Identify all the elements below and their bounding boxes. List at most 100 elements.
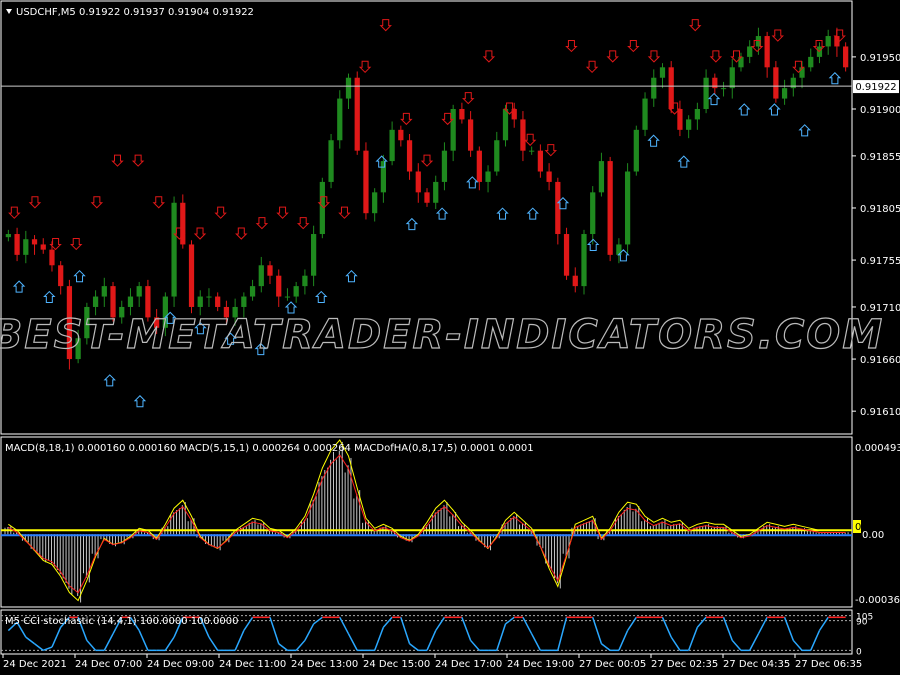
price-tick-label: 0.91900 [860, 105, 900, 116]
candle-body [40, 244, 46, 250]
candle-body [101, 286, 107, 297]
candle [171, 196, 177, 307]
candle-body [790, 77, 796, 89]
time-tick-label: 24 Dec 07:00 [75, 659, 142, 670]
candle-body [136, 286, 142, 297]
candle-body [572, 275, 578, 287]
time-tick-label: 27 Dec 02:35 [651, 659, 718, 670]
price-tick-label: 0.91950 [860, 53, 900, 64]
candle-body [92, 296, 99, 307]
candle-body [642, 98, 648, 130]
candle-body [49, 249, 55, 266]
current-price-label: 0.91922 [855, 82, 896, 93]
watermark: BEST-METATRADER-INDICATORS.COM [0, 312, 884, 358]
candle-body [276, 275, 282, 297]
price-tick-label: 0.91805 [860, 204, 900, 215]
candle-body [415, 171, 421, 193]
candle [773, 61, 779, 103]
candle-body [215, 296, 221, 307]
candle-body [293, 286, 299, 297]
candle-body [712, 77, 718, 89]
candle [633, 125, 639, 176]
candle-body [380, 161, 387, 193]
candle-body [363, 150, 369, 214]
stoch-header: M5 CCI stochastic (14,4,1) 100.0000 100.… [5, 616, 238, 627]
price-tick-label: 0.91755 [860, 256, 900, 267]
candle-body [581, 234, 587, 287]
candle-body [843, 46, 849, 68]
candle-body [781, 88, 788, 99]
time-tick-label: 27 Dec 00:05 [579, 659, 646, 670]
candle-body [537, 150, 543, 172]
candle-body [441, 150, 448, 182]
candle-body [127, 296, 134, 307]
svg-text:0: 0 [855, 522, 861, 533]
candle-body [720, 88, 727, 90]
candle-body [598, 161, 605, 193]
candle-body [624, 171, 631, 245]
candle-body [520, 119, 526, 151]
symbol-header: USDCHF,M5 0.91922 0.91937 0.91904 0.9192… [16, 7, 254, 18]
candle-body [345, 77, 352, 99]
candle-body [180, 202, 186, 245]
candle-body [284, 296, 291, 298]
candle-body [529, 150, 535, 152]
candle-body [616, 244, 622, 255]
candle-body [607, 161, 613, 255]
candle-body [773, 67, 779, 99]
candle [624, 163, 631, 255]
candle-body [14, 234, 20, 255]
candle-body [651, 77, 657, 99]
candle-body [590, 192, 596, 235]
candle-body [241, 296, 247, 307]
macd-zero-tag: 0 [853, 520, 861, 533]
candle [337, 90, 343, 149]
time-tick-label: 24 Dec 17:00 [435, 659, 502, 670]
stoch-level-label: 90 [856, 618, 868, 628]
macd-header: MACD(8,18,1) 0.000160 0.000160 MACD(5,15… [5, 443, 534, 454]
candle-body [659, 67, 666, 78]
candle-body [546, 171, 552, 182]
candle-body [188, 244, 195, 307]
candle-body [337, 98, 343, 141]
candle-body [58, 265, 64, 287]
candle [642, 92, 648, 137]
time-tick-label: 24 Dec 19:00 [507, 659, 574, 670]
candle-body [197, 296, 203, 307]
candle-body [23, 239, 29, 255]
chart-window[interactable]: 0.919500.919000.918550.918050.917550.917… [0, 0, 900, 675]
candle-body [476, 150, 482, 182]
time-tick-label: 24 Dec 09:00 [147, 659, 214, 670]
candle [354, 71, 360, 155]
current-price-tag: 0.91922 [853, 80, 899, 94]
candle-body [328, 140, 334, 182]
candle-body [372, 192, 378, 214]
candle-body [677, 108, 683, 130]
candle-body [485, 171, 491, 182]
time-tick-label: 24 Dec 2021 [3, 659, 67, 670]
time-tick-label: 24 Dec 15:00 [363, 659, 430, 670]
candle-body [764, 36, 770, 68]
candle-body [459, 108, 465, 120]
stoch-level-label: 0 [856, 647, 862, 657]
candle-body [31, 239, 38, 245]
candle [328, 133, 334, 189]
candle-body [494, 140, 500, 172]
time-tick-label: 27 Dec 06:35 [795, 659, 862, 670]
candle-body [5, 234, 11, 238]
candle [563, 227, 570, 280]
time-tick-label: 27 Dec 04:35 [723, 659, 790, 670]
candle-body [738, 56, 744, 68]
candle-body [249, 286, 256, 297]
macd-tick-label: -0.000365 [855, 595, 900, 606]
candle-body [563, 234, 570, 276]
candle-body [747, 46, 753, 57]
macd-tick-label: 0.00 [862, 530, 884, 541]
candle-body [433, 181, 439, 203]
candle-body [694, 108, 700, 120]
price-tick-label: 0.91855 [860, 152, 900, 163]
candle-body [267, 265, 273, 276]
price-tick-label: 0.91610 [860, 407, 900, 418]
candle-body [354, 77, 360, 151]
candle [843, 42, 849, 72]
